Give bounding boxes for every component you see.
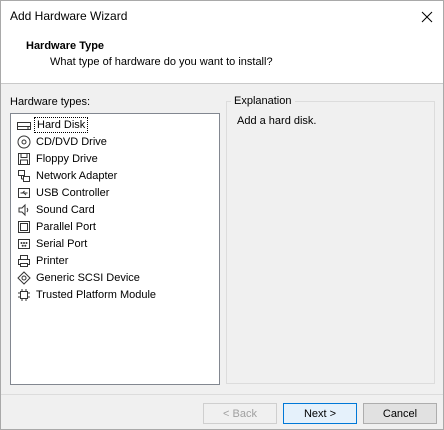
list-item-floppy[interactable]: Floppy Drive (17, 150, 100, 167)
wizard-window: Add Hardware Wizard Hardware Type What t… (0, 0, 444, 430)
page-title: Hardware Type (26, 40, 105, 52)
list-item-tpm[interactable]: Trusted Platform Module (17, 286, 158, 303)
explanation-group (226, 101, 435, 384)
usb-icon (17, 186, 31, 200)
list-item-cd-dvd[interactable]: CD/DVD Drive (17, 133, 109, 150)
speaker-icon (17, 203, 31, 217)
list-item-serial-port[interactable]: Serial Port (17, 235, 89, 252)
title-bar: Add Hardware Wizard (1, 1, 443, 32)
list-item-hard-disk[interactable]: Hard Disk (17, 116, 89, 133)
explanation-legend: Explanation (231, 95, 295, 107)
close-icon (421, 11, 433, 22)
cancel-button[interactable]: Cancel (363, 403, 437, 424)
list-item-printer[interactable]: Printer (17, 252, 70, 269)
network-adapter-icon (17, 169, 31, 183)
floppy-icon (17, 152, 31, 166)
parallel-port-icon (17, 220, 31, 234)
tpm-icon (17, 288, 31, 302)
serial-port-icon (17, 237, 31, 251)
window-title: Add Hardware Wizard (10, 9, 128, 23)
hard-disk-icon (17, 118, 31, 132)
printer-icon (17, 254, 31, 268)
wizard-header: Hardware Type What type of hardware do y… (1, 32, 443, 84)
list-item-sound-card[interactable]: Sound Card (17, 201, 97, 218)
next-button[interactable]: Next > (283, 403, 357, 424)
page-subtitle: What type of hardware do you want to ins… (50, 56, 273, 68)
explanation-text: Add a hard disk. (237, 115, 317, 127)
scsi-icon (17, 270, 31, 285)
list-item-generic-scsi[interactable]: Generic SCSI Device (17, 269, 142, 286)
close-button[interactable] (411, 1, 443, 32)
footer-divider (1, 394, 443, 395)
back-button[interactable]: < Back (203, 403, 277, 424)
hardware-types-list[interactable]: Hard Disk CD/DVD Drive Floppy Drive Netw… (10, 113, 220, 385)
cd-dvd-icon (17, 135, 31, 149)
list-item-usb-controller[interactable]: USB Controller (17, 184, 111, 201)
list-item-network-adapter[interactable]: Network Adapter (17, 167, 119, 184)
hardware-types-label: Hardware types: (10, 96, 91, 108)
list-item-parallel-port[interactable]: Parallel Port (17, 218, 98, 235)
